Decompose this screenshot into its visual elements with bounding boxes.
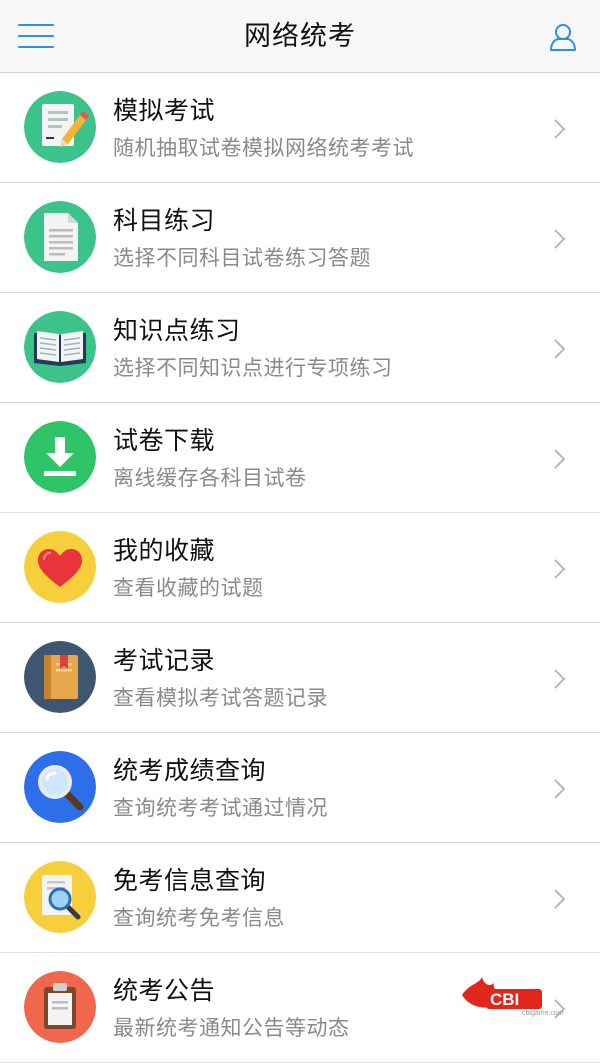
- menu-item-subtitle: 选择不同知识点进行专项练习: [113, 356, 393, 380]
- chevron-right-icon: [554, 779, 566, 799]
- menu-item-subtitle: 离线缓存各科目试卷: [113, 466, 307, 490]
- heart-icon: [24, 531, 96, 603]
- page-title: 网络统考: [244, 21, 356, 52]
- open-book-icon: [24, 311, 96, 383]
- watermark-site: cbigame.com: [522, 1010, 564, 1017]
- menu-item-title: 统考公告: [113, 976, 216, 1005]
- menu-item-title: 试卷下载: [113, 426, 216, 455]
- exam-paper-pencil-icon: [24, 91, 96, 163]
- menu-item-knowledge-practice[interactable]: 知识点练习 选择不同知识点进行专项练习: [0, 293, 600, 403]
- menu-item-paper-download[interactable]: 试卷下载 离线缓存各科目试卷: [0, 403, 600, 513]
- menu-item-exemption-query[interactable]: 免考信息查询 查询统考免考信息: [0, 843, 600, 953]
- menu-item-title: 模拟考试: [113, 96, 216, 125]
- menu-item-exam-records[interactable]: 考试记录 查看模拟考试答题记录: [0, 623, 600, 733]
- menu-item-subtitle: 查看收藏的试题: [113, 576, 264, 600]
- cbi-watermark-logo: CBI cbigame.com: [460, 975, 595, 1020]
- chevron-right-icon: [554, 669, 566, 689]
- clipboard-icon: [24, 971, 96, 1043]
- document-icon: [24, 201, 96, 273]
- menu-item-subtitle: 查看模拟考试答题记录: [113, 686, 328, 710]
- menu-item-score-query[interactable]: 统考成绩查询 查询统考考试通过情况: [0, 733, 600, 843]
- user-profile-icon[interactable]: [548, 22, 578, 52]
- menu-item-subtitle: 查询统考考试通过情况: [113, 796, 328, 820]
- nav-bar: 网络统考: [0, 0, 600, 73]
- menu-item-mock-exam[interactable]: 模拟考试 随机抽取试卷模拟网络统考考试: [0, 73, 600, 183]
- menu-item-title: 我的收藏: [113, 536, 216, 565]
- chevron-right-icon: [554, 559, 566, 579]
- chevron-right-icon: [554, 889, 566, 909]
- menu-item-my-favorites[interactable]: 我的收藏 查看收藏的试题: [0, 513, 600, 623]
- menu-item-title: 统考成绩查询: [113, 756, 267, 785]
- chevron-right-icon: [554, 119, 566, 139]
- notebook-icon: [24, 641, 96, 713]
- feature-menu-list: 模拟考试 随机抽取试卷模拟网络统考考试 科目练习 选择不同科目试卷练习答题 知识…: [0, 73, 600, 1063]
- document-search-icon: [24, 861, 96, 933]
- menu-item-title: 知识点练习: [113, 316, 241, 345]
- watermark-brand: CBI: [490, 990, 519, 1009]
- menu-item-subtitle: 查询统考免考信息: [113, 906, 285, 930]
- menu-item-title: 科目练习: [113, 206, 216, 235]
- menu-item-subtitle: 随机抽取试卷模拟网络统考考试: [113, 136, 414, 160]
- chevron-right-icon: [554, 229, 566, 249]
- download-icon: [24, 421, 96, 493]
- menu-item-title: 免考信息查询: [113, 866, 267, 895]
- magnifier-icon: [24, 751, 96, 823]
- menu-item-subject-practice[interactable]: 科目练习 选择不同科目试卷练习答题: [0, 183, 600, 293]
- chevron-right-icon: [554, 339, 566, 359]
- menu-item-subtitle: 选择不同科目试卷练习答题: [113, 246, 371, 270]
- chevron-right-icon: [554, 449, 566, 469]
- menu-item-title: 考试记录: [113, 646, 216, 675]
- menu-item-subtitle: 最新统考通知公告等动态: [113, 1016, 350, 1040]
